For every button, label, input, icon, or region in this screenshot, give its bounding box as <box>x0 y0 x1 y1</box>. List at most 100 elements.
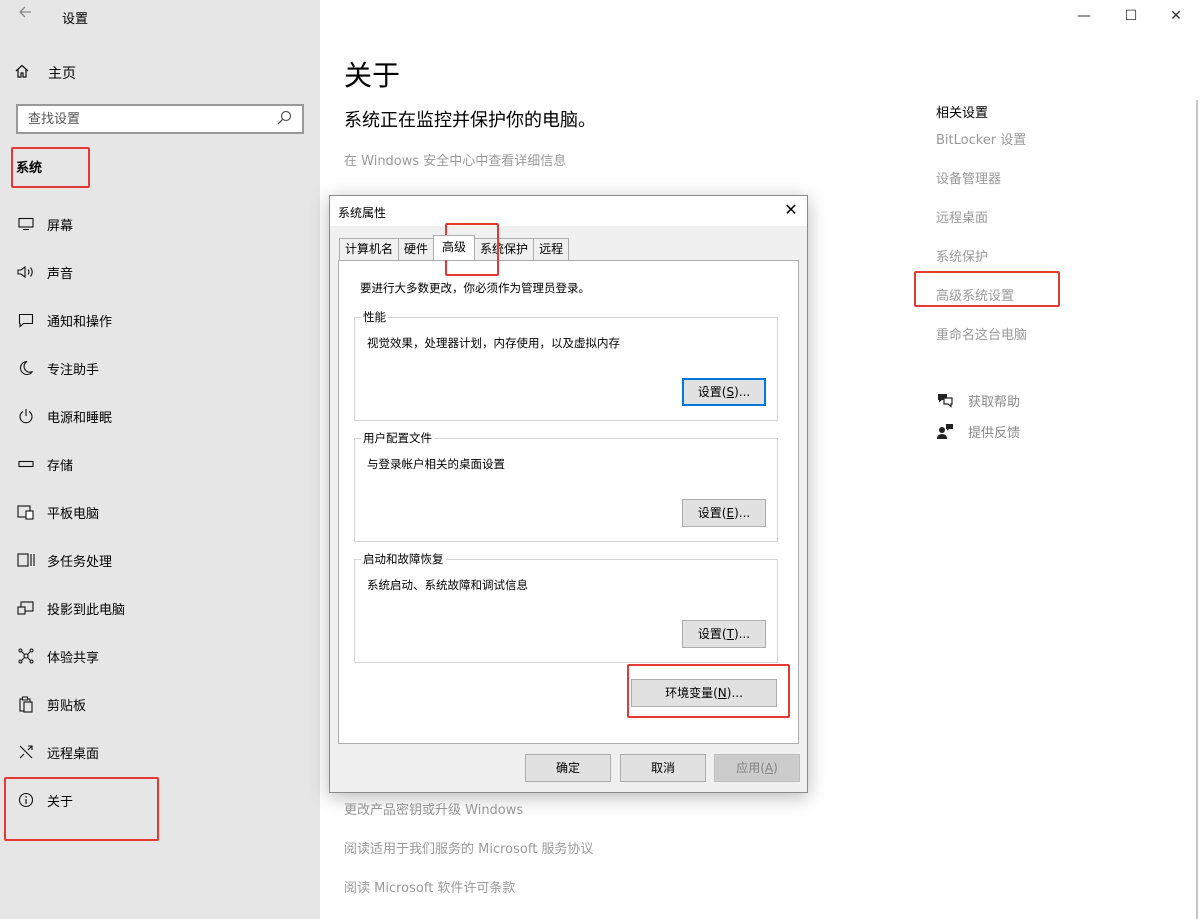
sidebar-item-about[interactable]: 关于 <box>0 782 320 818</box>
home-nav-item[interactable]: 主页 <box>14 62 76 84</box>
section-header-system: 系统 <box>16 161 43 176</box>
sidebar-item-power[interactable]: 电源和睡眠 <box>0 398 320 434</box>
storage-icon <box>16 454 36 474</box>
sidebar-item-label: 电源和睡眠 <box>47 410 113 426</box>
performance-label: 性能 <box>361 309 388 325</box>
device-manager-link[interactable]: 设备管理器 <box>936 168 1001 187</box>
notification-icon <box>16 310 36 330</box>
tab-hardware[interactable]: 硬件 <box>398 238 435 260</box>
dialog-tabs: 计算机名 硬件 高级 系统保护 远程 <box>339 235 570 260</box>
ok-button[interactable]: 确定 <box>525 754 611 782</box>
get-help-link[interactable]: 获取帮助 <box>936 390 1020 410</box>
page-subtitle: 系统正在监控并保护你的电脑。 <box>344 110 596 131</box>
sidebar-item-label: 剪贴板 <box>47 698 87 714</box>
moon-icon <box>16 358 36 378</box>
maximize-button[interactable]: ☐ <box>1121 6 1141 26</box>
speaker-icon <box>16 262 36 282</box>
rename-pc-link[interactable]: 重命名这台电脑 <box>936 324 1027 343</box>
monitor-icon <box>16 214 36 234</box>
user-profiles-group: 用户配置文件 与登录帐户相关的桌面设置 设置(E)... <box>354 430 778 542</box>
performance-settings-button[interactable]: 设置(S)... <box>682 378 766 406</box>
tab-computer-name[interactable]: 计算机名 <box>339 238 400 260</box>
sidebar-item-label: 远程桌面 <box>47 746 100 762</box>
feedback-icon <box>936 422 954 440</box>
startup-recovery-settings-button[interactable]: 设置(T)... <box>682 620 766 648</box>
dialog-titlebar[interactable]: 系统属性 ✕ <box>330 196 807 226</box>
license-terms-link[interactable]: 阅读 Microsoft 软件许可条款 <box>344 877 515 896</box>
admin-note: 要进行大多数更改，你必须作为管理员登录。 <box>360 281 590 295</box>
back-arrow-icon[interactable] <box>14 4 36 26</box>
sidebar-item-label: 投影到此电脑 <box>47 602 126 618</box>
multitask-icon <box>16 550 36 570</box>
change-product-key-link[interactable]: 更改产品密钥或升级 Windows <box>344 799 523 818</box>
sidebar-item-focus-assist[interactable]: 专注助手 <box>0 350 320 386</box>
cancel-button[interactable]: 取消 <box>620 754 706 782</box>
sidebar-item-label: 平板电脑 <box>47 506 100 522</box>
user-profiles-settings-button[interactable]: 设置(E)... <box>682 499 766 527</box>
system-protection-link[interactable]: 系统保护 <box>936 246 988 265</box>
get-help-label: 获取帮助 <box>968 394 1021 410</box>
sidebar-item-storage[interactable]: 存储 <box>0 446 320 482</box>
sidebar-item-display[interactable]: 屏幕 <box>0 206 320 242</box>
home-icon <box>14 63 34 83</box>
sidebar: 设置 主页 系统 屏幕 声音 通知和操作 专注助手 电源和睡眠 存储 平板 <box>0 0 320 919</box>
performance-group: 性能 视觉效果，处理器计划，内存使用，以及虚拟内存 设置(S)... <box>354 309 778 421</box>
sidebar-item-label: 关于 <box>47 794 74 810</box>
remote-desktop-link[interactable]: 远程桌面 <box>936 207 988 226</box>
advanced-system-settings-link[interactable]: 高级系统设置 <box>936 285 1014 304</box>
sidebar-item-label: 存储 <box>47 458 74 474</box>
sidebar-item-remote-desktop[interactable]: 远程桌面 <box>0 734 320 770</box>
clipboard-icon <box>16 694 36 714</box>
sidebar-item-label: 多任务处理 <box>47 554 113 570</box>
give-feedback-label: 提供反馈 <box>968 425 1021 441</box>
sidebar-item-tablet[interactable]: 平板电脑 <box>0 494 320 530</box>
minimize-button[interactable]: — <box>1074 6 1094 26</box>
sidebar-item-project[interactable]: 投影到此电脑 <box>0 590 320 626</box>
close-button[interactable]: ✕ <box>1166 6 1186 26</box>
user-profiles-desc: 与登录帐户相关的桌面设置 <box>367 457 505 471</box>
performance-desc: 视觉效果，处理器计划，内存使用，以及虚拟内存 <box>367 336 620 350</box>
scrollbar[interactable] <box>1196 100 1198 919</box>
sidebar-item-label: 声音 <box>47 266 74 282</box>
search-input[interactable] <box>18 106 268 132</box>
user-profiles-label: 用户配置文件 <box>361 430 434 446</box>
search-box[interactable] <box>16 104 304 134</box>
sidebar-item-shared-experience[interactable]: 体验共享 <box>0 638 320 674</box>
startup-recovery-group: 启动和故障恢复 系统启动、系统故障和调试信息 设置(T)... <box>354 551 778 663</box>
app-title: 设置 <box>62 12 89 27</box>
advanced-tab-panel: 要进行大多数更改，你必须作为管理员登录。 性能 视觉效果，处理器计划，内存使用，… <box>338 260 799 744</box>
tab-advanced[interactable]: 高级 <box>433 235 476 260</box>
give-feedback-link[interactable]: 提供反馈 <box>936 421 1020 441</box>
sidebar-item-notifications[interactable]: 通知和操作 <box>0 302 320 338</box>
service-agreement-link[interactable]: 阅读适用于我们服务的 Microsoft 服务协议 <box>344 838 593 857</box>
sidebar-item-label: 屏幕 <box>47 218 74 234</box>
related-settings-header: 相关设置 <box>936 106 989 121</box>
tablet-icon <box>16 502 36 522</box>
security-center-link[interactable]: 在 Windows 安全中心中查看详细信息 <box>344 150 566 169</box>
dialog-close-button[interactable]: ✕ <box>781 200 801 220</box>
sidebar-item-clipboard[interactable]: 剪贴板 <box>0 686 320 722</box>
tab-system-protection[interactable]: 系统保护 <box>474 238 535 260</box>
info-icon <box>16 790 36 810</box>
sidebar-item-multitasking[interactable]: 多任务处理 <box>0 542 320 578</box>
sidebar-item-label: 体验共享 <box>47 650 100 666</box>
sidebar-item-label: 通知和操作 <box>47 314 113 330</box>
project-icon <box>16 598 36 618</box>
bitlocker-link[interactable]: BitLocker 设置 <box>936 129 1026 148</box>
home-label: 主页 <box>48 66 76 82</box>
page-title: 关于 <box>344 59 401 92</box>
dialog-title: 系统属性 <box>338 206 387 220</box>
sidebar-item-sound[interactable]: 声音 <box>0 254 320 290</box>
startup-recovery-desc: 系统启动、系统故障和调试信息 <box>367 578 528 592</box>
startup-recovery-label: 启动和故障恢复 <box>361 551 446 567</box>
remote-icon <box>16 742 36 762</box>
apply-button[interactable]: 应用(A) <box>714 754 800 782</box>
share-icon <box>16 646 36 666</box>
tab-remote[interactable]: 远程 <box>533 238 570 260</box>
environment-variables-button[interactable]: 环境变量(N)... <box>631 679 777 707</box>
power-icon <box>16 406 36 426</box>
sidebar-item-label: 专注助手 <box>47 362 100 378</box>
search-icon[interactable] <box>276 109 294 129</box>
help-chat-icon <box>936 391 954 409</box>
system-properties-dialog: 系统属性 ✕ 计算机名 硬件 高级 系统保护 远程 要进行大多数更改，你必须作为… <box>329 195 808 793</box>
